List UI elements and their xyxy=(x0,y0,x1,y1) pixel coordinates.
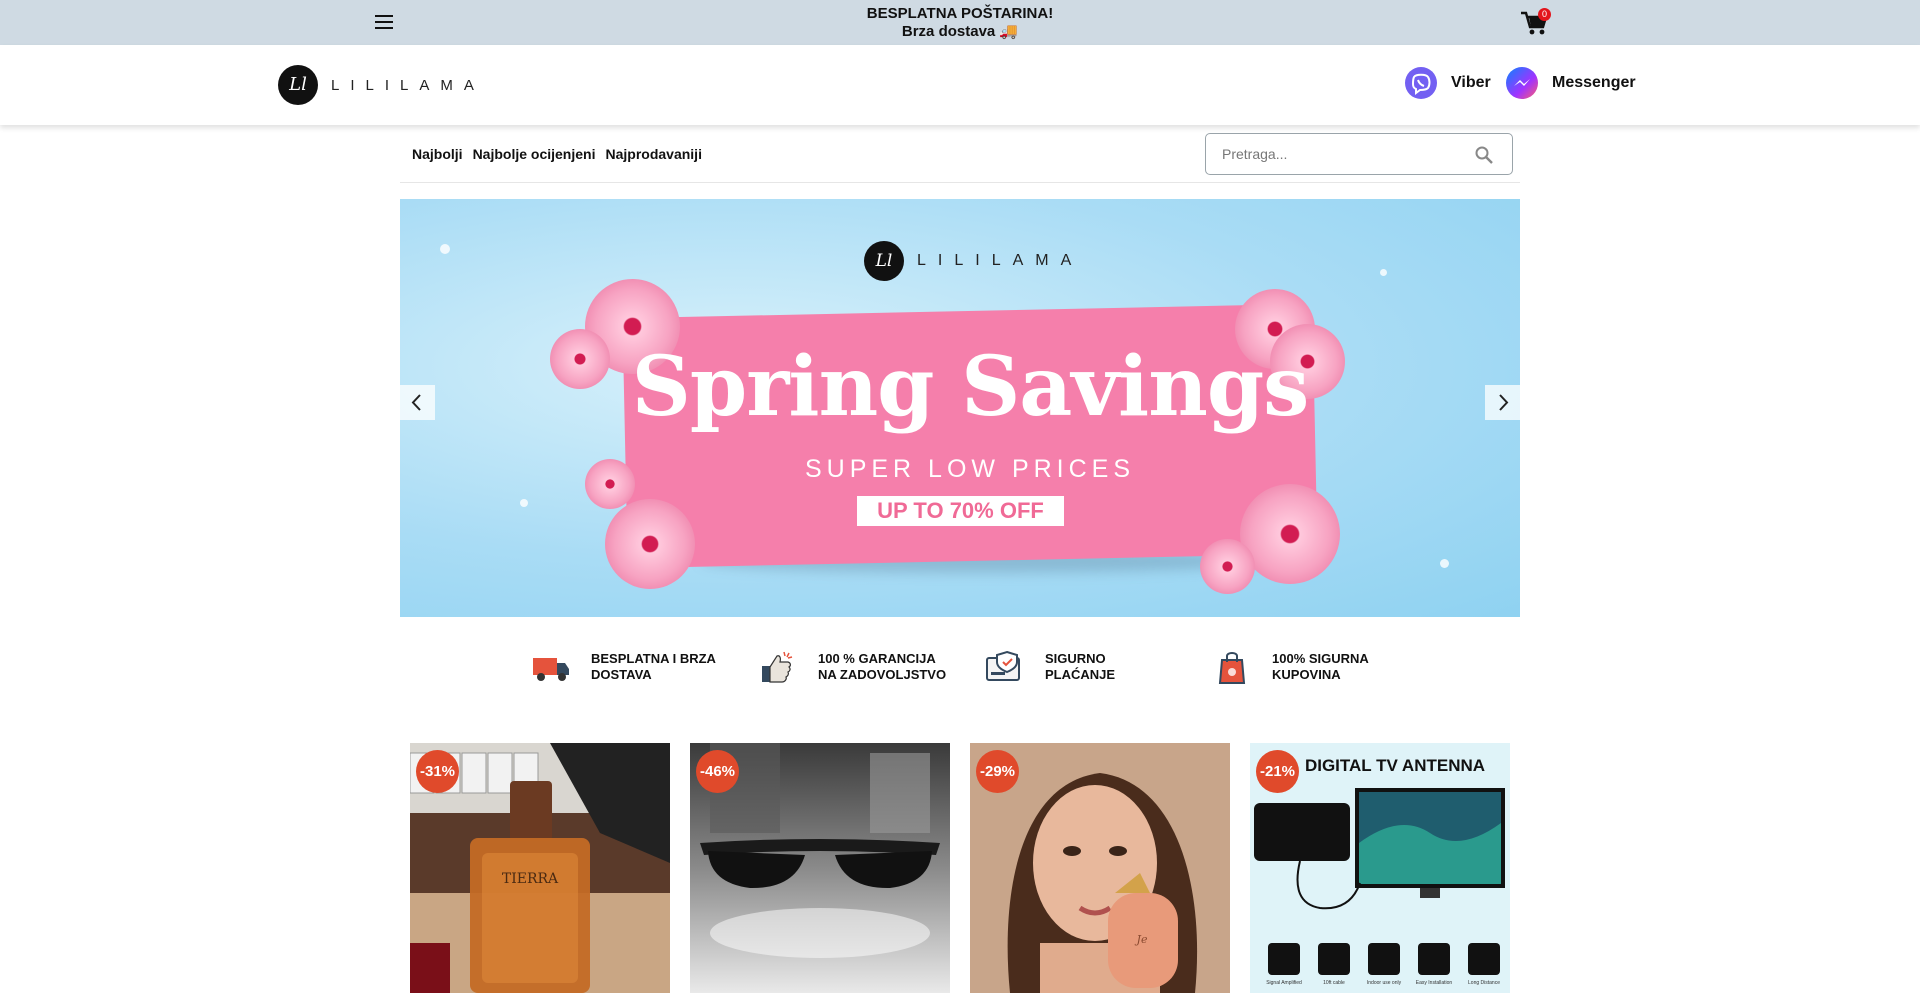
feature-label: 100% SIGURNA KUPOVINA xyxy=(1272,651,1369,682)
discount-badge: -46% xyxy=(696,750,739,793)
announcement-bar: BESPLATNA POŠTARINA! Brza dostava 🚚 0 xyxy=(0,0,1920,45)
announcement: BESPLATNA POŠTARINA! Brza dostava 🚚 xyxy=(760,5,1160,41)
nav-item-najprodavaniji[interactable]: Najprodavaniji xyxy=(605,146,701,162)
nav-item-najbolji[interactable]: Najbolji xyxy=(412,146,463,162)
hero-subtitle: SUPER LOW PRICES xyxy=(804,455,1136,483)
discount-badge: -31% xyxy=(416,750,459,793)
feature-guarantee: 100 % GARANCIJA NA ZADOVOLJSTVO xyxy=(758,650,948,684)
chevron-right-icon xyxy=(1499,394,1509,411)
product-card[interactable]: TIERRA -31% xyxy=(410,743,670,993)
bokeh-dot xyxy=(1380,269,1387,276)
discount-badge: -29% xyxy=(976,750,1019,793)
antenna-feature-label: Indoor use only xyxy=(1367,980,1402,986)
antenna-feature-label: Signal Amplified xyxy=(1266,980,1302,986)
carousel-prev-button[interactable] xyxy=(400,385,435,420)
thumbs-up-icon xyxy=(762,651,793,683)
search-icon[interactable] xyxy=(1474,145,1494,165)
svg-text:Je: Je xyxy=(1135,933,1148,946)
messenger-link[interactable]: Messenger xyxy=(1506,67,1636,99)
site-header: Ll LILILAMA Viber Messenger xyxy=(0,45,1920,125)
hero-discount-label: UP TO 70% OFF xyxy=(857,496,1064,526)
product-card[interactable]: -46% xyxy=(690,743,950,993)
viber-icon xyxy=(1405,67,1437,99)
announcement-line-2: Brza dostava 🚚 xyxy=(901,23,1019,40)
feature-free-shipping: BESPLATNA I BRZA DOSTAVA xyxy=(531,650,721,684)
product-card[interactable]: Je -29% xyxy=(970,743,1230,993)
nav-item-najbolje-ocijenjeni[interactable]: Najbolje ocijenjeni xyxy=(473,146,596,162)
hero-title: Spring Savings xyxy=(631,339,1310,435)
blossom-decoration xyxy=(605,499,695,589)
product-card[interactable]: DIGITAL TV ANTENNA Signal Amplified 10ft… xyxy=(1250,743,1510,993)
feature-label: 100 % GARANCIJA NA ZADOVOLJSTVO xyxy=(818,651,947,682)
messenger-icon xyxy=(1506,67,1538,99)
antenna-feature-label: 10ft cable xyxy=(1323,980,1345,986)
viber-link[interactable]: Viber xyxy=(1405,67,1491,99)
feature-label: BESPLATNA I BRZA DOSTAVA xyxy=(591,651,716,682)
hero-logo: Ll LILILAMA xyxy=(864,241,1083,281)
feature-label: SIGURNO PLAĆANJE xyxy=(1045,651,1116,682)
blossom-decoration xyxy=(1200,539,1255,594)
truck-icon xyxy=(533,658,569,681)
search-input[interactable] xyxy=(1222,144,1462,164)
hero-banner[interactable]: Ll LILILAMA Spring Savings SUPER LOW PRI… xyxy=(400,199,1520,617)
logo-wordmark: LILILAMA xyxy=(331,76,485,94)
carousel-next-button[interactable] xyxy=(1485,385,1520,420)
nav-divider xyxy=(400,182,1520,183)
antenna-feature-label: Long Distance xyxy=(1468,980,1500,986)
bokeh-dot xyxy=(440,244,450,254)
announcement-line-1: BESPLATNA POŠTARINA! xyxy=(866,5,1054,22)
discount-badge: -21% xyxy=(1256,750,1299,793)
category-nav: Najbolji Najbolje ocijenjeni Najprodavan… xyxy=(412,146,702,162)
antenna-feature-label: Easy Installation xyxy=(1416,980,1453,986)
bokeh-dot xyxy=(520,499,528,507)
shopping-bag-icon xyxy=(1218,652,1246,684)
antenna-image-title: DIGITAL TV ANTENNA xyxy=(1305,756,1485,775)
blossom-decoration xyxy=(1240,484,1340,584)
bokeh-dot xyxy=(1440,559,1449,568)
search-box xyxy=(1205,133,1513,175)
secure-card-icon xyxy=(986,650,1020,681)
viber-label: Viber xyxy=(1451,74,1491,91)
hero-logo-wordmark: LILILAMA xyxy=(917,252,1084,269)
feature-secure-payment: SIGURNO PLAĆANJE xyxy=(985,650,1175,684)
menu-icon[interactable] xyxy=(375,15,393,29)
messenger-label: Messenger xyxy=(1552,74,1636,91)
perfume-brand-text: TIERRA xyxy=(502,871,559,887)
feature-secure-shopping: 100% SIGURNA KUPOVINA xyxy=(1212,650,1402,684)
logo-monogram: Ll xyxy=(278,65,318,105)
site-logo[interactable]: Ll LILILAMA xyxy=(278,65,485,105)
hero-logo-monogram: Ll xyxy=(864,241,904,281)
cart-count-badge: 0 xyxy=(1538,8,1551,21)
chevron-left-icon xyxy=(411,394,421,411)
blossom-decoration xyxy=(550,329,610,389)
